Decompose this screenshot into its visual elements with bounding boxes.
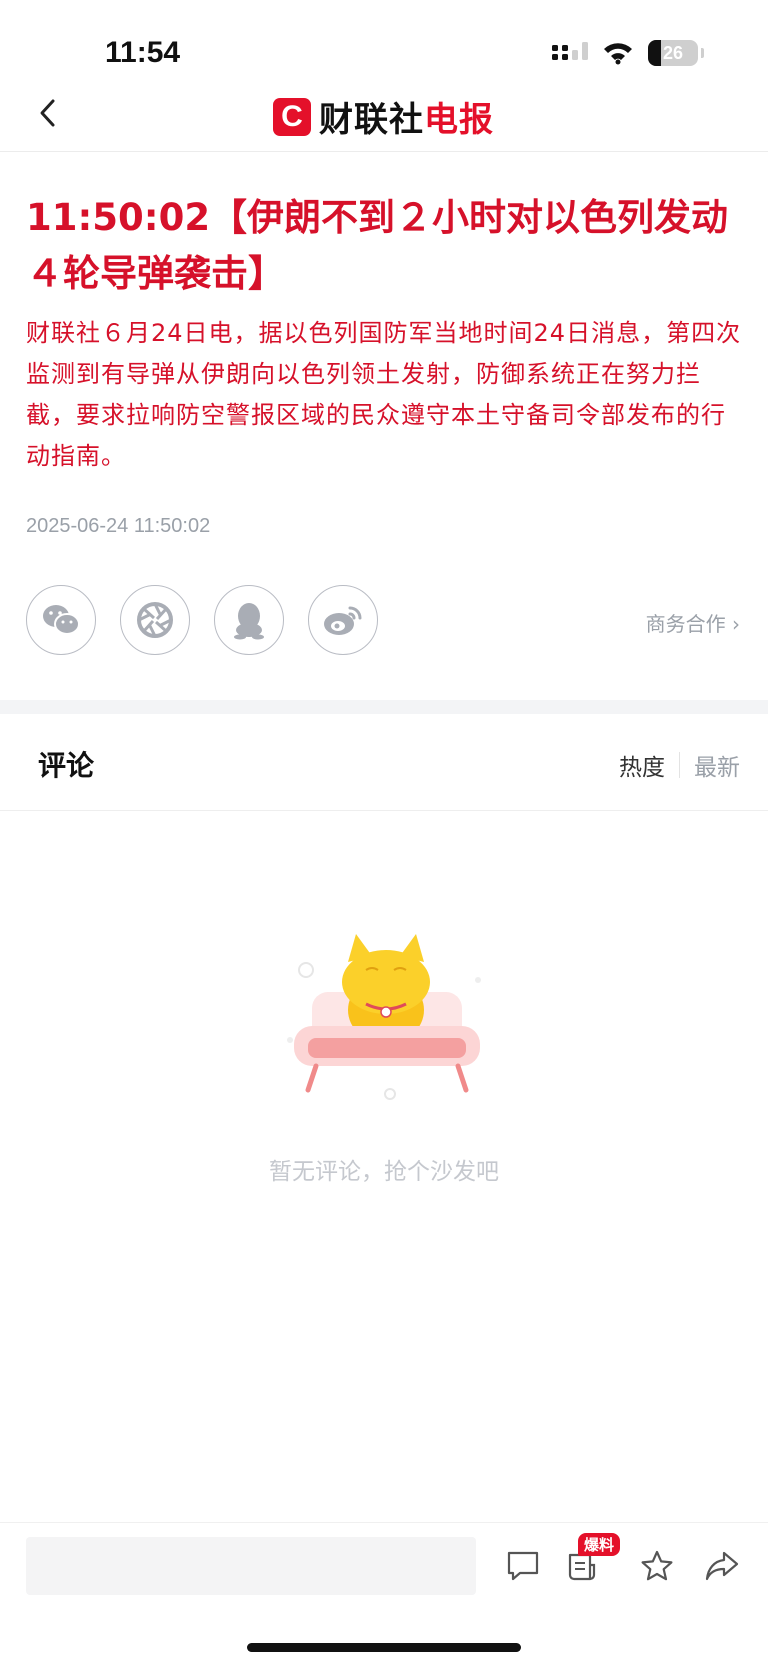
comment-input[interactable] (26, 1537, 476, 1595)
status-icons: 26 (552, 40, 704, 66)
comment-icon (507, 1551, 539, 1581)
comment-sort-tabs: 热度 最新 (619, 748, 740, 782)
weibo-icon (324, 606, 362, 635)
empty-comments-text: 暂无评论，抢个沙发吧 (269, 1159, 499, 1185)
article-body: 财联社６月24日电，据以色列国防军当地时间24日消息，第四次监测到有导弹从伊朗向… (26, 319, 742, 470)
logo-text-red: 电报 (424, 100, 494, 140)
battery-level: 26 (662, 42, 684, 63)
empty-comments-illustration (287, 934, 481, 1100)
share-wechat-button[interactable] (26, 585, 96, 655)
sort-hot-tab[interactable]: 热度 (619, 748, 679, 782)
sort-new-tab[interactable]: 最新 (680, 748, 740, 782)
wechat-icon (43, 605, 80, 635)
logo-mark: C (273, 97, 311, 136)
status-time: 11:54 (105, 36, 181, 69)
article-timestamp: 2025-06-24 11:50:02 (26, 515, 211, 537)
back-button[interactable] (28, 88, 68, 138)
comments-title: 评论 (38, 749, 95, 782)
share-qq-button[interactable] (214, 585, 284, 655)
share-weibo-button[interactable] (308, 585, 378, 655)
wifi-icon (604, 43, 632, 65)
signal-icon (552, 42, 588, 60)
home-indicator (247, 1643, 521, 1652)
chevron-left-icon (40, 99, 55, 127)
qq-icon (234, 603, 264, 640)
comments-divider (0, 810, 768, 811)
business-cooperation-link[interactable]: 商务合作 › (646, 608, 740, 637)
section-separator (0, 700, 768, 714)
share-moments-button[interactable] (120, 585, 190, 655)
app-logo: C 财联社电报 (273, 92, 494, 141)
moments-icon (137, 602, 173, 638)
share-button[interactable] (702, 1546, 742, 1586)
header-divider (0, 151, 768, 152)
favorite-button[interactable] (637, 1546, 677, 1586)
tip-off-badge: 爆料 (578, 1533, 621, 1556)
article-headline: 11:50:02【伊朗不到２小时对以色列发动４轮导弹袭击】 (26, 196, 729, 295)
share-row (26, 585, 378, 655)
comments-button[interactable] (503, 1546, 543, 1586)
battery-icon: 26 (648, 40, 704, 66)
logo-text-black: 财联社 (319, 100, 424, 140)
bottom-bar-divider (0, 1522, 768, 1523)
share-arrow-icon (705, 1551, 739, 1581)
logo-text: 财联社电报 (319, 92, 494, 141)
star-icon (641, 1550, 673, 1581)
